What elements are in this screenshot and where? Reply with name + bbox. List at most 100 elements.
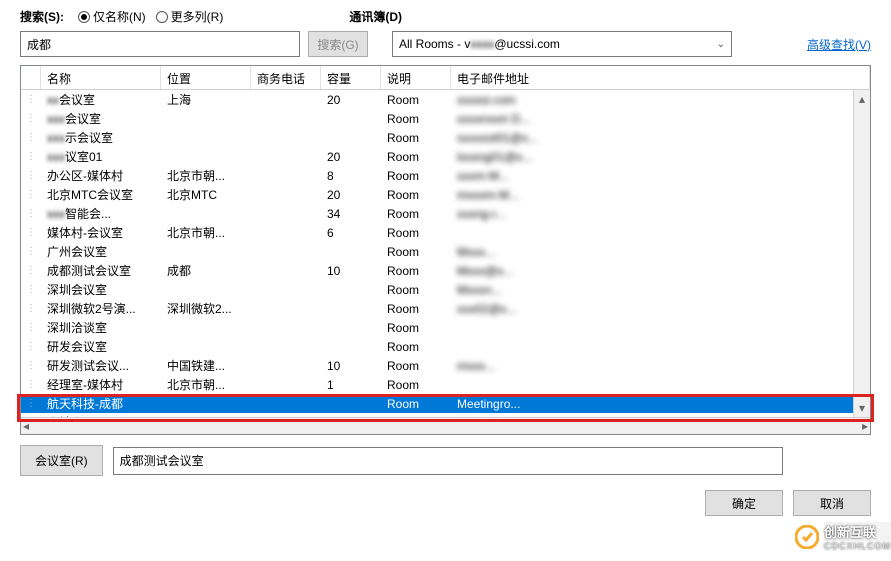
cell-name: 研发测试会议... — [41, 357, 161, 374]
table-row[interactable]: ⋮研发会议室 Room — [21, 337, 870, 356]
cell-email: xxx02@x... — [451, 302, 870, 316]
table-row[interactable]: ⋮成都测试会议室成都10RoomMxxx@x... — [21, 261, 870, 280]
cell-email: sxxxxst01@x... — [451, 131, 870, 145]
scroll-left-icon[interactable]: ◂ — [23, 419, 29, 433]
col-location[interactable]: 位置 — [161, 66, 251, 89]
cell-location: 北京市朝... — [161, 224, 251, 241]
radio-name-only[interactable]: 仅名称(N) — [78, 8, 146, 25]
col-email[interactable]: 电子邮件地址 — [451, 66, 870, 89]
row-handle-icon: ⋮ — [21, 170, 41, 181]
cell-name: 经理室-媒体村 — [41, 376, 161, 393]
table-row[interactable]: ⋮xxx议室0120Roomlxxxng01@x... — [21, 147, 870, 166]
cell-desc: Room — [381, 283, 451, 297]
cell-name: 成都测试会议室 — [41, 262, 161, 279]
table-row[interactable]: ⋮北京MTC会议室北京MTC20Roommxxxm-M... — [21, 185, 870, 204]
cell-name: xx会议室 — [41, 91, 161, 108]
cell-email: Mxxxn... — [451, 283, 870, 297]
radio-dot-icon — [156, 11, 168, 23]
table-row[interactable]: ⋮深圳微软2号演...深圳微软2...Roomxxx02@x... — [21, 299, 870, 318]
table-row[interactable]: ⋮办公区-媒体村北京市朝...8Roomxxxm-M... — [21, 166, 870, 185]
ok-button[interactable]: 确定 — [705, 490, 783, 516]
cell-name: 深圳洽谈室 — [41, 319, 161, 336]
cell-desc: Room — [381, 397, 451, 411]
table-row[interactable]: ⋮航天科技-成都RoomMeetingro... — [21, 394, 870, 413]
cancel-button[interactable]: 取消 — [793, 490, 871, 516]
table-row[interactable]: ⋮媒体村-会议室北京市朝...6Room — [21, 223, 870, 242]
cell-name: 青城山 — [41, 414, 161, 417]
cell-name: xxx议室01 — [41, 148, 161, 165]
row-handle-icon: ⋮ — [21, 151, 41, 162]
cell-capacity: 20 — [321, 150, 381, 164]
col-desc[interactable]: 说明 — [381, 66, 451, 89]
table-row[interactable]: ⋮研发测试会议...中国铁建...10Roommxxx... — [21, 356, 870, 375]
cell-name: xxx会议室 — [41, 110, 161, 127]
rooms-button[interactable]: 会议室(R) — [20, 445, 103, 476]
cell-desc: Room — [381, 188, 451, 202]
cell-name: 广州会议室 — [41, 243, 161, 260]
advanced-find-link[interactable]: 高级查找(V) — [807, 36, 871, 53]
cell-email: Meetingro... — [451, 397, 870, 411]
cell-capacity: 10 — [321, 264, 381, 278]
cell-name: xxx智能会... — [41, 205, 161, 222]
results-table: 名称 位置 商务电话 容量 说明 电子邮件地址 ⋮xx会议室上海20Roomxx… — [20, 65, 871, 435]
chevron-down-icon: ⌄ — [717, 39, 725, 50]
cell-location: 北京市朝... — [161, 167, 251, 184]
radio-dot-icon — [78, 11, 90, 23]
cell-desc: Room — [381, 340, 451, 354]
selected-rooms-input[interactable] — [113, 447, 783, 475]
cell-capacity: 6 — [321, 226, 381, 240]
row-handle-icon: ⋮ — [21, 265, 41, 276]
watermark-sub: CDCXHLCOM — [824, 541, 891, 551]
cell-location: 北京MTC — [161, 186, 251, 203]
table-row[interactable]: ⋮经理室-媒体村北京市朝...1Room — [21, 375, 870, 394]
table-row[interactable]: ⋮xxx示会议室 Roomsxxxxst01@x... — [21, 128, 870, 147]
table-row[interactable]: ⋮xx会议室上海20Roomxxxxsi.com — [21, 90, 870, 109]
table-row[interactable]: ⋮深圳会议室RoomMxxxn... — [21, 280, 870, 299]
search-input[interactable] — [20, 31, 300, 57]
table-body: ⋮xx会议室上海20Roomxxxxsi.com⋮xxx会议室Roomxxxxr… — [21, 90, 870, 417]
table-row[interactable]: ⋮xxx会议室Roomxxxxroom D... — [21, 109, 870, 128]
col-name[interactable]: 名称 — [41, 66, 161, 89]
cell-capacity: 34 — [321, 207, 381, 221]
row-handle-icon: ⋮ — [21, 379, 41, 390]
cell-location: 深圳微软2... — [161, 300, 251, 317]
scroll-down-icon[interactable]: ▾ — [859, 401, 865, 415]
radio-label: 更多列(R) — [171, 8, 224, 25]
vertical-scrollbar[interactable]: ▴ ▾ — [853, 90, 870, 417]
watermark-brand: 创新互联 — [824, 522, 891, 541]
cell-name: 研发会议室 — [41, 338, 161, 355]
row-handle-icon: ⋮ — [21, 303, 41, 314]
cell-name: 深圳微软2号演... — [41, 300, 161, 317]
table-row[interactable]: ⋮青城山Roommxxx-qc... — [21, 413, 870, 417]
row-handle-icon: ⋮ — [21, 322, 41, 333]
horizontal-scrollbar[interactable]: ◂ ▸ — [21, 417, 870, 434]
cell-desc: Room — [381, 378, 451, 392]
cell-desc: Room — [381, 131, 451, 145]
row-handle-icon: ⋮ — [21, 341, 41, 352]
addressbook-dropdown[interactable]: All Rooms - vxxxx@ucssi.com ⌄ — [392, 31, 732, 57]
cell-email: xxxxsi.com — [451, 93, 870, 107]
cell-email: xxxng-r... — [451, 207, 870, 221]
search-button[interactable]: 搜索(G) — [308, 31, 368, 57]
cell-name: 办公区-媒体村 — [41, 167, 161, 184]
table-row[interactable]: ⋮xxx智能会...34Roomxxxng-r... — [21, 204, 870, 223]
cell-desc: Room — [381, 416, 451, 418]
cell-capacity: 1 — [321, 378, 381, 392]
cell-name: xxx示会议室 — [41, 129, 161, 146]
cell-desc: Room — [381, 169, 451, 183]
scroll-right-icon[interactable]: ▸ — [862, 419, 868, 433]
cell-desc: Room — [381, 359, 451, 373]
col-phone[interactable]: 商务电话 — [251, 66, 321, 89]
table-row[interactable]: ⋮广州会议室RoomMxxx... — [21, 242, 870, 261]
cell-desc: Room — [381, 93, 451, 107]
col-capacity[interactable]: 容量 — [321, 66, 381, 89]
scroll-up-icon[interactable]: ▴ — [859, 92, 865, 106]
cell-name: 媒体村-会议室 — [41, 224, 161, 241]
cell-capacity: 10 — [321, 359, 381, 373]
radio-more-columns[interactable]: 更多列(R) — [156, 8, 224, 25]
table-row[interactable]: ⋮深圳洽谈室Room — [21, 318, 870, 337]
cell-name: 北京MTC会议室 — [41, 186, 161, 203]
cell-desc: Room — [381, 245, 451, 259]
row-handle-icon: ⋮ — [21, 132, 41, 143]
row-handle-icon: ⋮ — [21, 246, 41, 257]
